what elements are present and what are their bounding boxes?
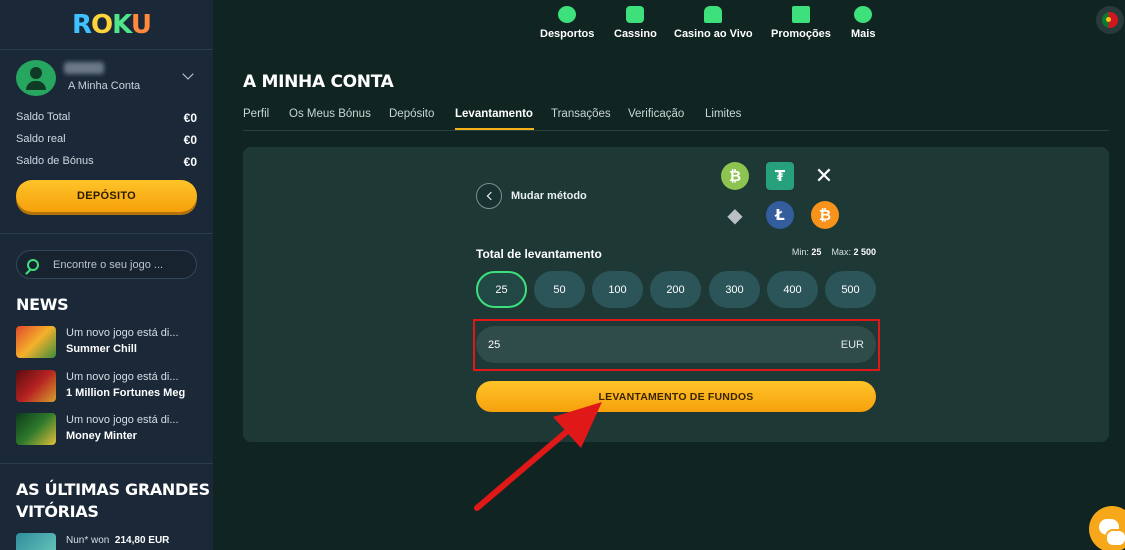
- roku-logo[interactable]: ROKU: [72, 10, 152, 40]
- nav-promotions[interactable]: Promoções: [771, 6, 831, 40]
- litecoin-icon[interactable]: Ł: [766, 201, 794, 229]
- game-thumbnail: [16, 370, 56, 402]
- sidebar: ROKU A Minha Conta Saldo Total €0 Saldo …: [0, 0, 213, 550]
- user-avatar-icon: [16, 60, 56, 96]
- preset-amount-50[interactable]: 50: [534, 271, 585, 308]
- search-input[interactable]: [53, 258, 183, 271]
- deposit-button[interactable]: DEPÓSITO: [16, 180, 197, 212]
- game-search[interactable]: [16, 250, 197, 279]
- language-selector[interactable]: [1096, 6, 1124, 34]
- chevron-down-icon[interactable]: [182, 68, 194, 80]
- big-wins-title: AS ÚLTIMAS GRANDES VITÓRIAS: [16, 480, 210, 521]
- slot-machine-icon: [626, 6, 645, 23]
- more-dots-icon: [854, 6, 873, 23]
- game-thumbnail: [16, 533, 56, 550]
- tab-verification[interactable]: Verificação: [628, 108, 684, 120]
- change-method-link[interactable]: Mudar método: [511, 190, 587, 202]
- preset-amount-300[interactable]: 300: [709, 271, 760, 308]
- tab-limits[interactable]: Limites: [705, 108, 741, 120]
- game-thumbnail: [16, 413, 56, 445]
- news-item[interactable]: Um novo jogo está di... Money Minter: [16, 413, 206, 447]
- preset-amount-25[interactable]: 25: [476, 271, 527, 308]
- win-item[interactable]: Nun* won 214,80 EUR: [16, 533, 206, 550]
- balance-real: Saldo real €0: [16, 133, 197, 147]
- blurred-username: [64, 62, 104, 74]
- xrp-icon[interactable]: ✕: [810, 162, 838, 190]
- nav-casino[interactable]: Cassino: [614, 6, 657, 40]
- tab-bonuses[interactable]: Os Meus Bónus: [289, 108, 371, 120]
- divider: [0, 463, 213, 464]
- divider: [0, 233, 213, 234]
- tether-icon[interactable]: ₮: [766, 162, 794, 190]
- withdraw-funds-button[interactable]: LEVANTAMENTO DE FUNDOS: [476, 381, 876, 412]
- preset-amount-400[interactable]: 400: [767, 271, 818, 308]
- withdraw-amount-label: Total de levantamento: [476, 247, 602, 261]
- balance-bonus: Saldo de Bónus €0: [16, 155, 197, 169]
- preset-amount-100[interactable]: 100: [592, 271, 643, 308]
- portugal-flag-icon: [1102, 12, 1118, 28]
- chat-support-icon[interactable]: [1089, 506, 1125, 550]
- dealer-icon: [704, 6, 723, 23]
- account-label: A Minha Conta: [68, 80, 141, 92]
- news-item[interactable]: Um novo jogo está di... Summer Chill: [16, 326, 206, 360]
- nav-sports[interactable]: Desportos: [540, 6, 594, 40]
- nav-live-casino[interactable]: Casino ao Vivo: [674, 6, 753, 40]
- nav-more[interactable]: Mais: [851, 6, 875, 40]
- news-title: NEWS: [16, 295, 69, 314]
- divider: [0, 49, 213, 50]
- tab-transactions[interactable]: Transações: [551, 108, 611, 120]
- tab-withdrawal[interactable]: Levantamento: [455, 108, 533, 120]
- account-profile-toggle[interactable]: A Minha Conta: [16, 60, 196, 96]
- balance-total: Saldo Total €0: [16, 111, 197, 125]
- gift-icon: [791, 6, 810, 23]
- basketball-icon: [558, 6, 577, 23]
- tab-profile[interactable]: Perfil: [243, 108, 269, 120]
- game-thumbnail: [16, 326, 56, 358]
- bitcoin-cash-icon[interactable]: ₿: [721, 162, 749, 190]
- preset-amount-200[interactable]: 200: [650, 271, 701, 308]
- highlight-box: [473, 319, 880, 371]
- bitcoin-icon[interactable]: ₿: [811, 201, 839, 229]
- news-item[interactable]: Um novo jogo está di... 1 Million Fortun…: [16, 370, 206, 404]
- ethereum-icon[interactable]: ◆: [721, 201, 749, 229]
- account-tabs: Perfil Os Meus Bónus Depósito Levantamen…: [243, 108, 1109, 131]
- withdraw-limits: Min: 25 Max: 2 500: [791, 247, 876, 257]
- back-chevron-icon[interactable]: [476, 183, 502, 209]
- active-tab-indicator: [455, 128, 534, 130]
- search-icon: [27, 258, 39, 271]
- page-title: A MINHA CONTA: [243, 72, 394, 92]
- tab-deposit[interactable]: Depósito: [389, 108, 434, 120]
- preset-amount-500[interactable]: 500: [825, 271, 876, 308]
